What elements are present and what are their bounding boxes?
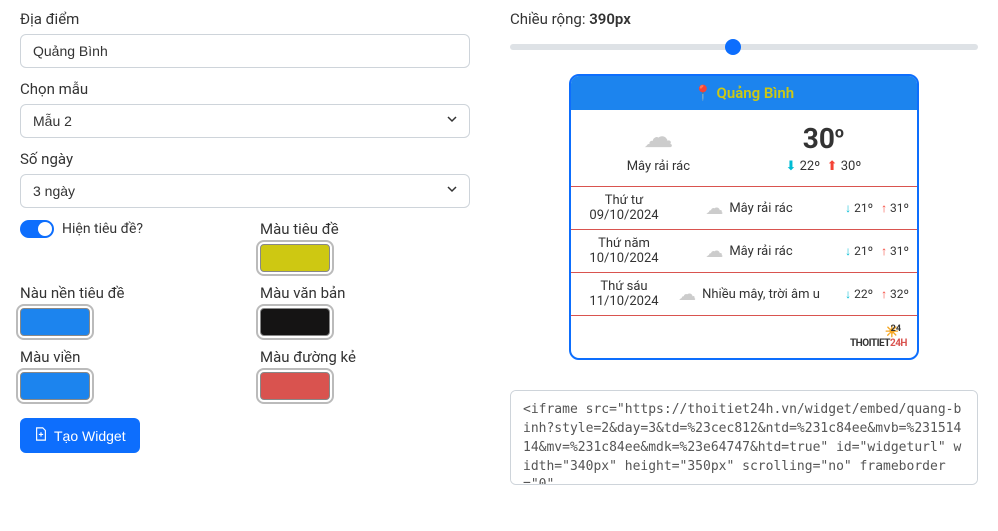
location-label: Địa điểm	[20, 10, 470, 28]
show-header-label: Hiện tiêu đề?	[62, 221, 143, 237]
header-color-label: Màu tiêu đề	[260, 220, 470, 238]
text-color-label: Màu văn bản	[260, 284, 470, 302]
cloud-icon: ☁	[678, 284, 696, 305]
forecast-row: Thứ sáu11/10/2024 ☁Nhiều mây, trời âm u …	[571, 273, 917, 316]
location-input[interactable]	[20, 34, 470, 68]
slider-thumb[interactable]	[725, 39, 741, 55]
header-color-swatch[interactable]	[260, 244, 330, 272]
embed-code-box[interactable]: <iframe src="https://thoitiet24h.vn/widg…	[510, 390, 978, 485]
border-color-swatch[interactable]	[20, 372, 90, 400]
file-plus-icon	[34, 427, 48, 444]
current-temp: 30o	[785, 122, 861, 155]
pin-icon: 📍	[694, 84, 713, 102]
header-bg-swatch[interactable]	[20, 308, 90, 336]
cloud-icon: ☁	[705, 198, 723, 219]
arrow-up-icon: ⬆	[827, 159, 838, 174]
width-label: Chiều rộng: 390px	[510, 10, 978, 28]
text-color-swatch[interactable]	[260, 308, 330, 336]
days-select[interactable]: 3 ngày	[20, 174, 470, 208]
width-slider[interactable]	[510, 36, 978, 56]
widget-header: 📍Quảng Bình	[571, 76, 917, 110]
settings-panel: Địa điểm Chọn mẫu Mẫu 2 Số ngày 3 ngày H…	[20, 10, 470, 485]
current-range: ⬇ 22º ⬆ 30º	[785, 159, 861, 174]
cloud-icon: ☁	[627, 123, 690, 153]
forecast-row: Thứ tư09/10/2024 ☁Mây rải rác ↓ 21º↑ 31º	[571, 187, 917, 230]
template-select[interactable]: Mẫu 2	[20, 104, 470, 138]
preview-panel: Chiều rộng: 390px 📍Quảng Bình ☁ Mây rải …	[510, 10, 978, 485]
days-label: Số ngày	[20, 150, 470, 168]
create-widget-button[interactable]: Tạo Widget	[20, 418, 140, 453]
forecast-row: Thứ năm10/10/2024 ☁Mây rải rác ↓ 21º↑ 31…	[571, 230, 917, 273]
forecast-list: Thứ tư09/10/2024 ☁Mây rải rác ↓ 21º↑ 31º…	[571, 187, 917, 316]
widget-footer: ☀ 24 THOITIET24H	[571, 316, 917, 358]
header-bg-label: Nàu nền tiêu đề	[20, 284, 230, 302]
rule-color-label: Màu đường kẻ	[260, 348, 470, 366]
arrow-down-icon: ⬇	[785, 159, 796, 174]
show-header-toggle[interactable]	[20, 220, 54, 238]
border-color-label: Màu viền	[20, 348, 230, 366]
widget-preview: 📍Quảng Bình ☁ Mây rải rác 30o ⬇ 22º ⬆ 30…	[569, 74, 919, 360]
template-label: Chọn mẫu	[20, 80, 470, 98]
current-desc: Mây rải rác	[627, 159, 690, 174]
cloud-icon: ☁	[705, 241, 723, 262]
rule-color-swatch[interactable]	[260, 372, 330, 400]
brand-logo: ☀ 24 THOITIET24H	[850, 324, 907, 349]
current-weather: ☁ Mây rải rác 30o ⬇ 22º ⬆ 30º	[571, 110, 917, 187]
